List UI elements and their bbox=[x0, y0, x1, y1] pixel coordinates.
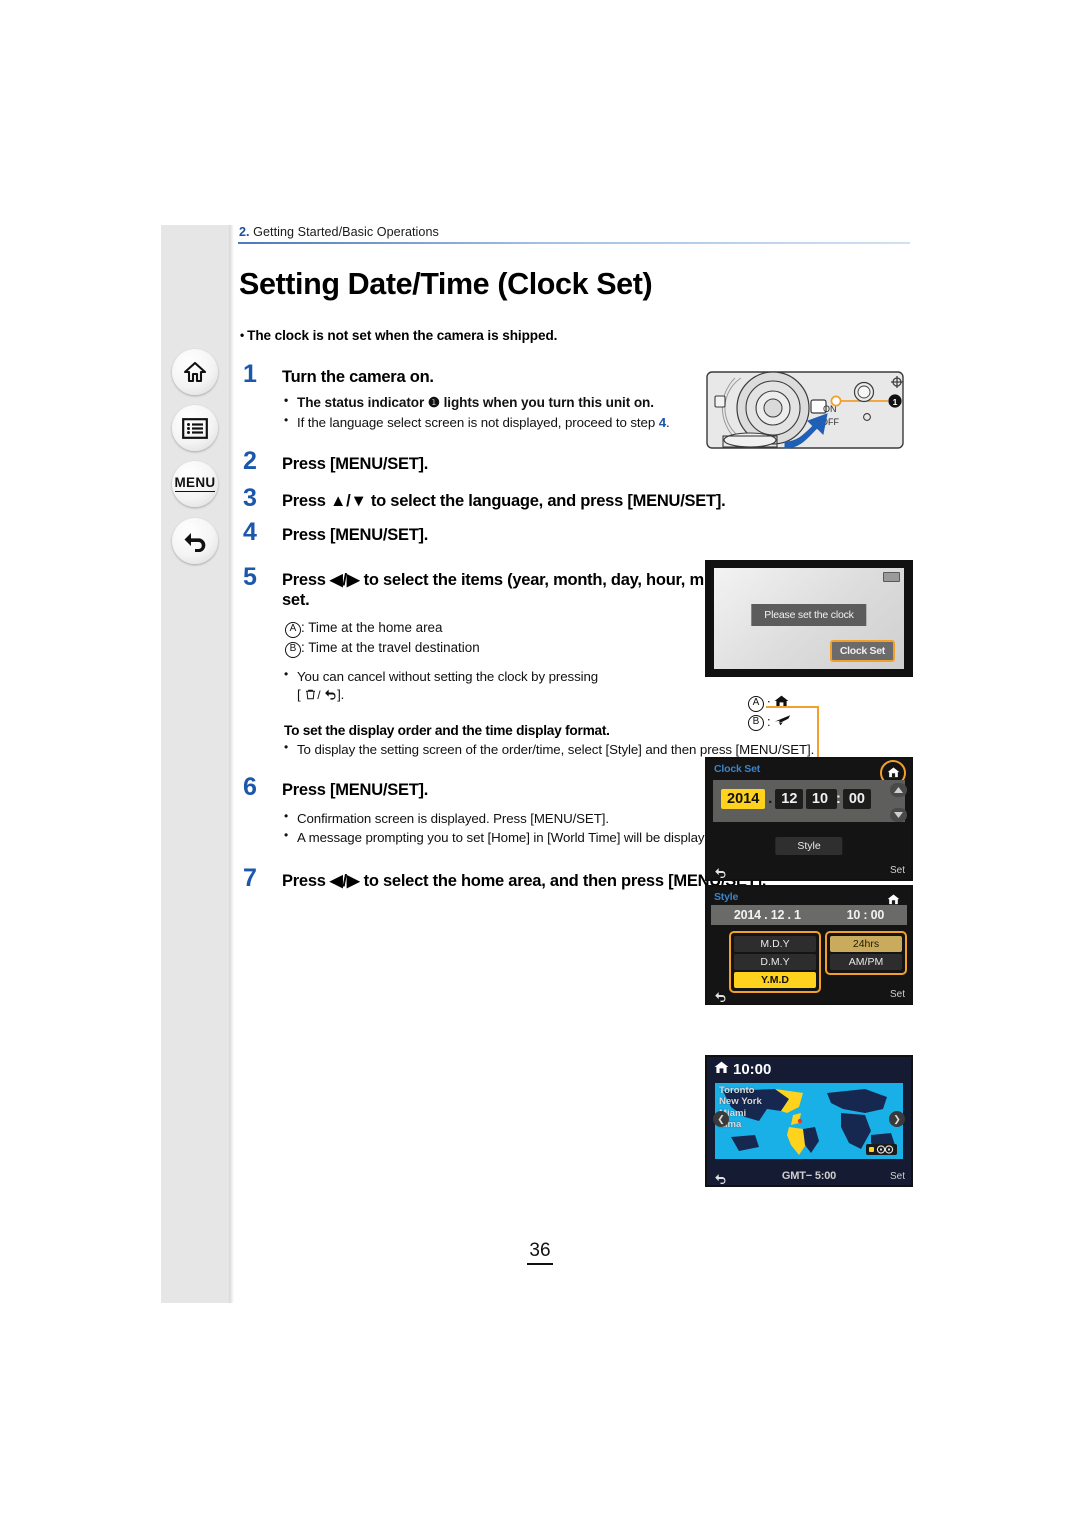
step-3: 3 Press ▲/▼ to select the language, and … bbox=[237, 486, 917, 512]
dst-gear-icons bbox=[876, 1145, 894, 1154]
contents-list-icon bbox=[182, 417, 208, 439]
circled-b-label: B bbox=[748, 714, 764, 731]
circled-a-label: A bbox=[748, 696, 764, 713]
step-number: 6 bbox=[243, 773, 257, 802]
dst-indicator-dot bbox=[869, 1147, 874, 1152]
minute-field[interactable]: 00 bbox=[842, 789, 871, 809]
option-mdy[interactable]: M.D.Y bbox=[734, 936, 816, 952]
breadcrumb: 2. Getting Started/Basic Operations bbox=[237, 225, 917, 242]
gmt-offset: GMT− 5:00 bbox=[781, 1170, 837, 1182]
back-arrow-icon bbox=[182, 530, 208, 552]
lead-note: The clock is not set when the camera is … bbox=[240, 328, 917, 343]
step-4: 4 Press [MENU/SET]. bbox=[237, 519, 917, 546]
header-divider bbox=[238, 242, 910, 244]
time-fields: 10 : 00 bbox=[805, 789, 871, 809]
list-item[interactable]: New York bbox=[719, 1096, 762, 1107]
back-arrow-icon[interactable] bbox=[714, 989, 727, 1002]
hour-field[interactable]: 10 bbox=[805, 789, 835, 809]
step-number: 5 bbox=[243, 562, 257, 591]
time-separator: : bbox=[836, 791, 841, 807]
option-24hrs[interactable]: 24hrs bbox=[830, 936, 902, 952]
step-number: 4 bbox=[243, 517, 257, 546]
date-separator: . bbox=[768, 791, 773, 807]
sidebar-item-menu[interactable]: MENU bbox=[172, 461, 218, 507]
screen-world-time: 10:00 Toronto New York Miami Lima ❮ ❯ GM… bbox=[705, 1055, 913, 1187]
step-number: 1 bbox=[243, 360, 257, 388]
set-button[interactable]: Set bbox=[890, 989, 905, 1000]
home-icon bbox=[183, 360, 207, 384]
option-dmy[interactable]: D.M.Y bbox=[734, 954, 816, 970]
step-number: 3 bbox=[243, 484, 257, 513]
clock-set-button[interactable]: Clock Set bbox=[829, 640, 895, 662]
style-button[interactable]: Style bbox=[775, 837, 843, 855]
battery-icon bbox=[883, 572, 900, 582]
lcd-background: Please set the clock Clock Set bbox=[714, 568, 904, 669]
style-time-line: 10 : 00 bbox=[846, 908, 885, 922]
prev-area-arrow-button[interactable]: ❮ bbox=[713, 1111, 729, 1127]
back-arrow-icon[interactable] bbox=[714, 1171, 727, 1184]
page-number: 36 bbox=[0, 1240, 1080, 1265]
step-number: 7 bbox=[243, 863, 257, 892]
sidebar-item-home[interactable] bbox=[172, 349, 218, 395]
manual-page: MENU 2. Getting Started/Basic Operations… bbox=[0, 0, 1080, 1526]
sidebar-edge-shadow bbox=[229, 225, 234, 1303]
back-arrow-icon[interactable] bbox=[714, 865, 727, 878]
option-ampm[interactable]: AM/PM bbox=[830, 954, 902, 970]
month-field[interactable]: 12 bbox=[775, 789, 804, 809]
breadcrumb-chapter-title: Getting Started/Basic Operations bbox=[249, 225, 439, 239]
home-icon bbox=[714, 1061, 729, 1078]
ab-legend-a: A : bbox=[748, 695, 791, 713]
circled-b-label: B bbox=[285, 642, 301, 659]
step-title: Press [MENU/SET]. bbox=[282, 525, 429, 544]
ab-legend-b: B : bbox=[748, 713, 791, 731]
date-order-option-group: M.D.Y D.M.Y Y.M.D bbox=[729, 931, 821, 993]
sidebar-item-menu-label: MENU bbox=[174, 475, 216, 493]
list-item[interactable]: Toronto bbox=[719, 1085, 762, 1096]
breadcrumb-chapter-number: 2. bbox=[239, 225, 250, 239]
screen-clock-set: Clock Set 2014 . 12 . 1 10 : bbox=[705, 757, 913, 881]
world-time-header: 10:00 bbox=[714, 1061, 771, 1078]
airplane-icon bbox=[774, 713, 791, 731]
clock-message: Please set the clock bbox=[751, 604, 867, 627]
bullet: To display the setting screen of the ord… bbox=[282, 740, 917, 759]
ab-icon-legend: A : B : bbox=[748, 695, 791, 732]
subhead: To set the display order and the time di… bbox=[284, 722, 610, 738]
option-ymd[interactable]: Y.M.D bbox=[734, 972, 816, 988]
set-button[interactable]: Set bbox=[890, 1171, 905, 1182]
daylight-saving-badge[interactable] bbox=[866, 1144, 897, 1155]
sidebar-item-back[interactable] bbox=[172, 518, 218, 564]
step-title: Press ▲/▼ to select the language, and pr… bbox=[282, 492, 726, 511]
svg-text:1: 1 bbox=[893, 397, 898, 407]
trash-back-icon bbox=[301, 687, 318, 702]
style-date-line: 2014 . 12 . 1 bbox=[733, 908, 801, 922]
step-number: 2 bbox=[243, 447, 257, 476]
world-time-value: 10:00 bbox=[733, 1061, 772, 1078]
ab-note-b-text: : Time at the travel destination bbox=[301, 640, 480, 656]
ab-note-a-text: : Time at the home area bbox=[301, 620, 443, 636]
style-datetime-preview: 2014 . 12 . 1 10 : 00 bbox=[711, 905, 907, 925]
time-format-option-group: 24hrs AM/PM bbox=[825, 931, 907, 975]
page-title: Setting Date/Time (Clock Set) bbox=[239, 267, 653, 301]
screen-please-set-clock: Please set the clock Clock Set bbox=[705, 560, 913, 677]
home-icon bbox=[887, 765, 900, 778]
clock-set-title: Clock Set bbox=[714, 763, 761, 775]
subhead-bullets: To display the setting screen of the ord… bbox=[282, 740, 917, 759]
sidebar-item-contents[interactable] bbox=[172, 405, 218, 451]
screen-style: Style 2014 . 12 . 1 10 : 00 M.D.Y D.M.Y … bbox=[705, 885, 913, 1005]
set-button[interactable]: Set bbox=[890, 865, 905, 876]
camera-top-illustration: ON OFF 1 bbox=[705, 360, 915, 460]
step-ref: 4 bbox=[658, 414, 667, 430]
style-title: Style bbox=[714, 891, 739, 903]
home-icon bbox=[774, 695, 789, 713]
increment-arrow-button[interactable] bbox=[890, 783, 907, 797]
home-icon bbox=[887, 892, 900, 905]
next-area-arrow-button[interactable]: ❯ bbox=[889, 1111, 905, 1127]
back-arrow-icon bbox=[320, 687, 337, 702]
decrement-arrow-button[interactable] bbox=[890, 808, 907, 822]
date-time-strip: 2014 . 12 . 1 10 : 00 bbox=[713, 780, 905, 822]
year-field[interactable]: 2014 bbox=[721, 789, 766, 809]
circled-a-label: A bbox=[285, 622, 301, 639]
